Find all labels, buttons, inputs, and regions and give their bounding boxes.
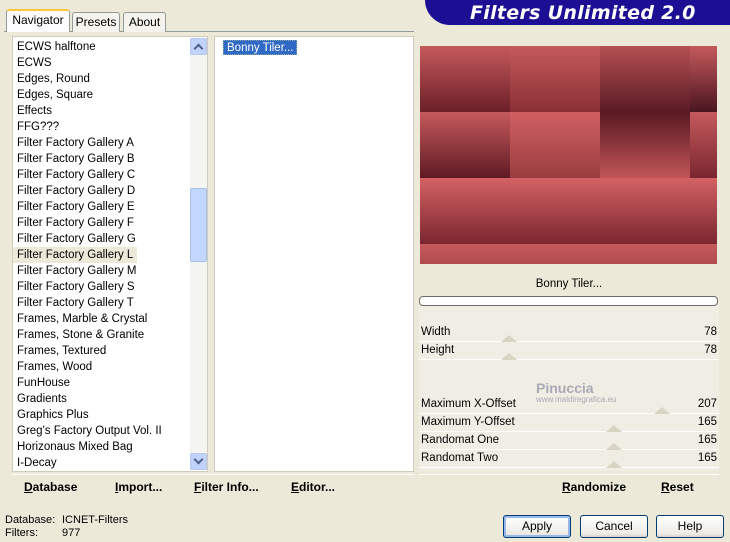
selected-filter-name: Bonny Tiler... xyxy=(419,270,719,298)
category-item[interactable]: Filter Factory Gallery B xyxy=(13,151,139,167)
status-database-label: Database: xyxy=(5,514,56,526)
category-item[interactable]: FunHouse xyxy=(13,375,74,391)
category-list[interactable]: ECWS halftone ECWS Edges, Round Edges, Squa… xyxy=(12,36,208,472)
category-item[interactable]: Frames, Marble & Crystal xyxy=(13,311,151,327)
category-item[interactable]: Frames, Wood xyxy=(13,359,96,375)
status-database-value: ICNET-Filters xyxy=(62,514,128,526)
category-item[interactable]: Filter Factory Gallery T xyxy=(13,295,138,311)
banner-title: Filters Unlimited 2.0 xyxy=(470,2,696,24)
help-button[interactable]: Help xyxy=(656,515,724,538)
param-label: Height xyxy=(421,344,455,356)
filter-info-button[interactable]: Filter Info... xyxy=(194,480,259,494)
param-slider-track[interactable] xyxy=(419,359,719,360)
category-item[interactable]: Filter Factory Gallery C xyxy=(13,167,139,183)
preview-image xyxy=(420,46,717,264)
parameters-panel: Bonny Tiler... Width 78 Height 78 Maximum X-… xyxy=(419,270,719,471)
category-item[interactable]: ECWS halftone xyxy=(13,39,100,55)
param-slider-thumb[interactable] xyxy=(606,425,622,432)
apply-button[interactable]: Apply xyxy=(503,515,571,538)
cancel-button[interactable]: Cancel xyxy=(580,515,648,538)
database-button[interactable]: Database xyxy=(24,480,77,494)
scroll-up-button[interactable] xyxy=(190,38,207,55)
category-item[interactable]: Edges, Square xyxy=(13,87,97,103)
param-value: 207 xyxy=(697,398,717,410)
param-slider-thumb[interactable] xyxy=(501,353,517,360)
filter-item-selected[interactable]: Bonny Tiler... xyxy=(223,40,298,55)
param-label: Width xyxy=(421,326,451,338)
category-item[interactable]: Filter Factory Gallery L xyxy=(13,247,138,263)
category-item[interactable]: Filter Factory Gallery E xyxy=(13,199,139,215)
category-item[interactable]: Effects xyxy=(13,103,56,119)
reset-button[interactable]: Reset xyxy=(661,480,694,494)
category-item[interactable]: Greg's Factory Output Vol. II xyxy=(13,423,166,439)
param-slider-thumb[interactable] xyxy=(606,443,622,450)
param-slider-track[interactable] xyxy=(419,467,719,468)
param-value: 165 xyxy=(697,452,717,464)
param-label: Randomat Two xyxy=(421,452,499,464)
category-item[interactable]: Filter Factory Gallery A xyxy=(13,135,138,151)
chevron-down-icon xyxy=(193,454,204,465)
status-filters-label: Filters: xyxy=(5,527,38,539)
param-row[interactable]: Randomat Two 165 xyxy=(419,450,719,468)
param-value: 78 xyxy=(704,326,717,338)
category-item[interactable]: Filter Factory Gallery F xyxy=(13,215,138,231)
tab-about[interactable]: About xyxy=(123,12,166,32)
category-item[interactable]: Frames, Stone & Granite xyxy=(13,327,148,343)
param-row[interactable]: Width 78 xyxy=(419,324,719,342)
param-value: 165 xyxy=(697,416,717,428)
category-item[interactable]: Filter Factory Gallery D xyxy=(13,183,139,199)
category-item[interactable]: Frames, Textured xyxy=(13,343,110,359)
category-item[interactable]: Graphics Plus xyxy=(13,407,93,423)
category-item[interactable]: ECWS xyxy=(13,55,56,71)
editor-button[interactable]: Editor... xyxy=(291,480,335,494)
param-label: Maximum X-Offset xyxy=(421,398,516,410)
filter-list[interactable]: Bonny Tiler... xyxy=(214,36,414,472)
param-slider-thumb[interactable] xyxy=(654,407,670,414)
param-value: 165 xyxy=(697,434,717,446)
param-row[interactable]: Maximum Y-Offset 165 xyxy=(419,414,719,432)
import-button[interactable]: Import... xyxy=(115,480,162,494)
param-row[interactable]: Randomat One 165 xyxy=(419,432,719,450)
category-item[interactable]: Horizonaus Mixed Bag xyxy=(13,439,137,455)
category-item[interactable]: Filter Factory Gallery M xyxy=(13,263,141,279)
param-slider-thumb[interactable] xyxy=(501,335,517,342)
tab-navigator[interactable]: Navigator xyxy=(6,9,70,32)
status-filters-value: 977 xyxy=(62,527,81,539)
category-item[interactable]: Filter Factory Gallery G xyxy=(13,231,140,247)
category-item[interactable]: Edges, Round xyxy=(13,71,94,87)
category-item[interactable]: I-Decay xyxy=(13,455,61,471)
param-value: 78 xyxy=(704,344,717,356)
param-slider-thumb[interactable] xyxy=(606,461,622,468)
category-item[interactable]: Filter Factory Gallery S xyxy=(13,279,139,295)
param-row[interactable]: Height 78 xyxy=(419,342,719,360)
scroll-down-button[interactable] xyxy=(190,453,207,470)
category-item[interactable]: FFG??? xyxy=(13,119,63,135)
category-scrollbar[interactable] xyxy=(190,38,207,470)
progress-bar xyxy=(419,296,718,306)
param-label: Maximum Y-Offset xyxy=(421,416,515,428)
watermark-url: www.maldiregrafica.eu xyxy=(536,395,617,404)
category-item[interactable]: Gradients xyxy=(13,391,71,407)
tab-presets[interactable]: Presets xyxy=(72,12,120,32)
chevron-up-icon xyxy=(193,43,204,54)
randomize-button[interactable]: Randomize xyxy=(562,480,626,494)
watermark-title: Pinuccia xyxy=(536,380,594,396)
scroll-thumb[interactable] xyxy=(190,188,207,262)
param-label: Randomat One xyxy=(421,434,499,446)
